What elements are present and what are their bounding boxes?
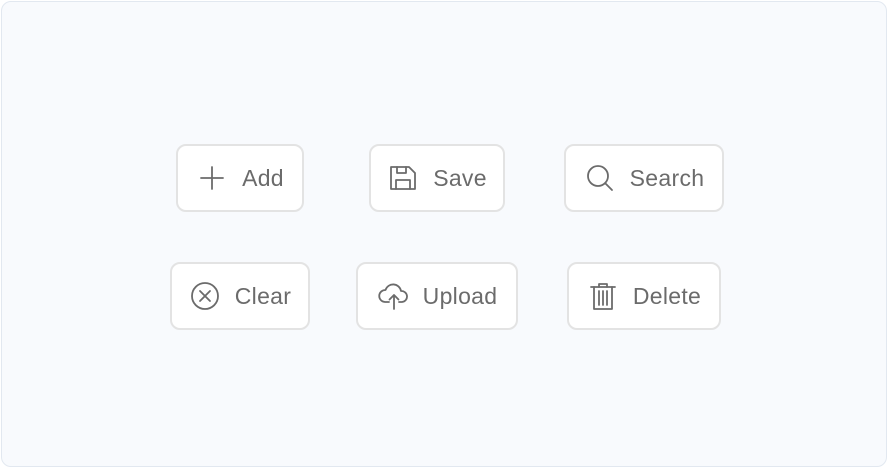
floppy-disk-icon bbox=[387, 162, 419, 194]
upload-button-label: Upload bbox=[422, 282, 498, 309]
button-panel: Add Save Search Clear Upload Delete bbox=[1, 1, 887, 467]
plus-icon bbox=[196, 162, 228, 194]
save-button-label: Save bbox=[433, 164, 487, 191]
circle-x-icon bbox=[189, 280, 221, 312]
trash-icon bbox=[587, 280, 619, 312]
magnifier-icon bbox=[584, 162, 616, 194]
add-button-label: Add bbox=[242, 164, 284, 191]
search-button[interactable]: Search bbox=[564, 144, 724, 212]
search-button-label: Search bbox=[629, 164, 705, 191]
save-button[interactable]: Save bbox=[369, 144, 505, 212]
upload-button[interactable]: Upload bbox=[356, 262, 518, 330]
delete-button[interactable]: Delete bbox=[567, 262, 721, 330]
clear-button-label: Clear bbox=[234, 282, 292, 309]
clear-button[interactable]: Clear bbox=[170, 262, 310, 330]
cloud-upload-icon bbox=[377, 280, 409, 312]
add-button[interactable]: Add bbox=[176, 144, 304, 212]
delete-button-label: Delete bbox=[632, 282, 702, 309]
